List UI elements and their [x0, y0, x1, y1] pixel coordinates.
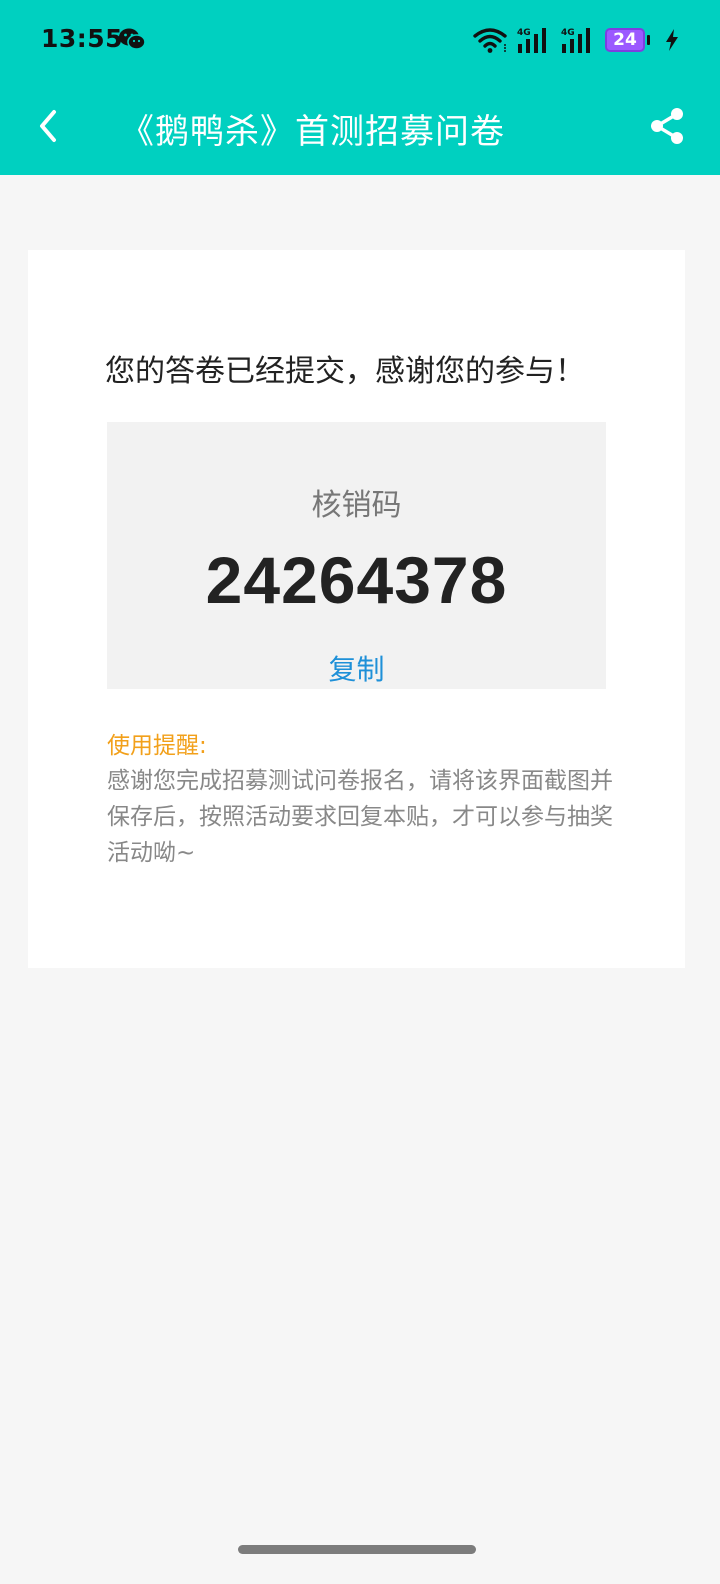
- network-label-2: 4G: [561, 28, 575, 38]
- reminder-title: 使用提醒:: [107, 733, 207, 759]
- result-card: 您的答卷已经提交，感谢您的参与！ 核销码 24264378 复制 使用提醒: 感…: [28, 250, 685, 968]
- redemption-code-box: 核销码 24264378 复制: [107, 422, 606, 689]
- wifi-icon: [473, 28, 507, 53]
- nav-bar: 《鹅鸭杀》首测招募问卷: [0, 80, 720, 175]
- charging-bolt-icon: [666, 29, 678, 51]
- network-label-1: 4G: [517, 28, 531, 38]
- battery-icon: 24: [605, 28, 650, 52]
- reminder-text: 感谢您完成招募测试问卷报名，请将该界面截图并保存后，按照活动要求回复本贴，才可以…: [107, 768, 613, 866]
- code-label: 核销码: [311, 488, 402, 523]
- top-bar: 13:55 4G 4G 24 《鹅鸭杀》首测招募问卷: [0, 0, 720, 175]
- battery-cap: [647, 35, 650, 45]
- wechat-icon: [119, 28, 146, 50]
- submission-headline: 您的答卷已经提交，感谢您的参与！: [105, 354, 585, 389]
- status-time: 13:55: [41, 24, 124, 53]
- battery-level: 24: [605, 28, 645, 52]
- status-icons: 4G 4G 24: [473, 24, 680, 56]
- status-bar: 13:55 4G 4G 24: [0, 0, 720, 80]
- page-title: 《鹅鸭杀》首测招募问卷: [120, 112, 505, 152]
- code-value: 24264378: [205, 543, 508, 617]
- chevron-left-icon[interactable]: [34, 106, 64, 146]
- signal-icon-1: 4G: [517, 28, 546, 53]
- home-indicator[interactable]: [238, 1545, 476, 1554]
- signal-icon-2: 4G: [561, 28, 590, 53]
- copy-button[interactable]: 复制: [107, 648, 606, 688]
- share-icon[interactable]: [648, 106, 686, 146]
